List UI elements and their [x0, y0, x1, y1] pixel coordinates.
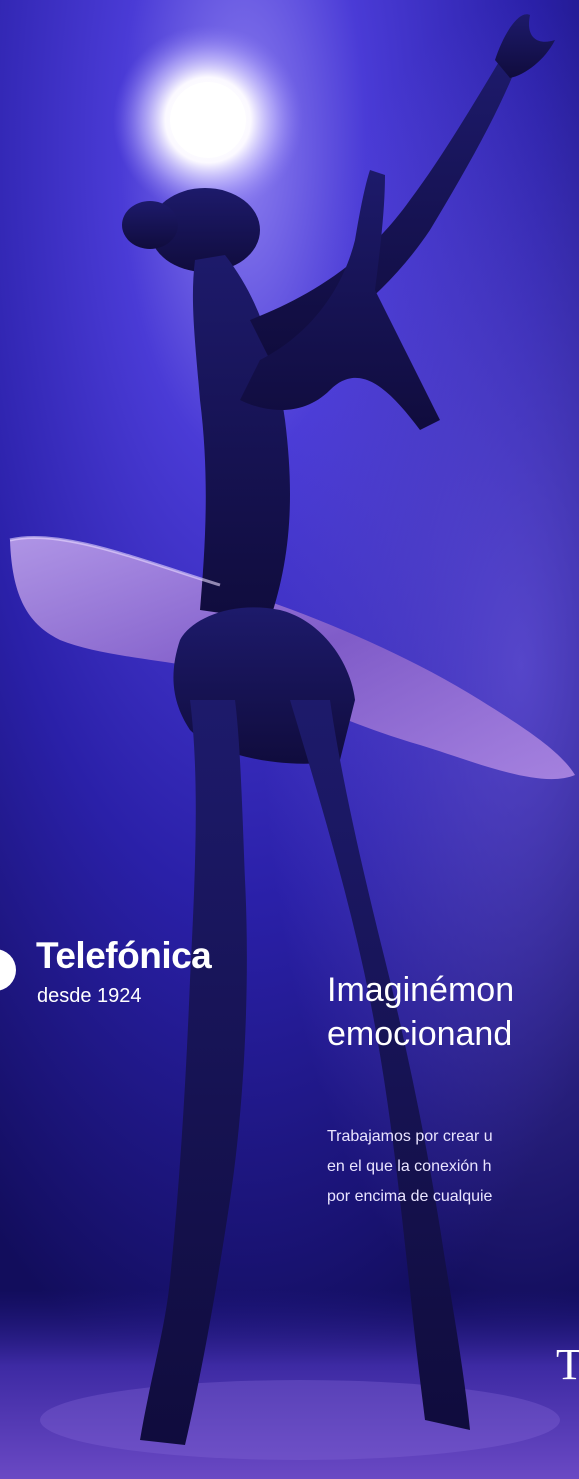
body-line-2: en el que la conexión h [327, 1158, 492, 1175]
trailing-serif-letter: T [556, 1340, 579, 1389]
hero-photo [0, 0, 579, 1479]
headline-line-1: Imaginémon [327, 971, 515, 1009]
body-line-1: Trabajamos por crear u [327, 1128, 493, 1145]
brand-name: Telefónica [36, 935, 212, 976]
hero-headline: Imaginémon emocionand [327, 968, 579, 1056]
brand-lockup[interactable]: Telefónica desde 1924 [0, 935, 260, 1015]
hero-body-copy: Trabajamos por crear u en el que la cone… [327, 1122, 579, 1212]
telefonica-logo-icon [0, 949, 16, 991]
body-line-3: por encima de cualquie [327, 1188, 493, 1205]
headline-line-2: emocionand [327, 1015, 513, 1053]
brand-tagline: desde 1924 [37, 985, 142, 1007]
